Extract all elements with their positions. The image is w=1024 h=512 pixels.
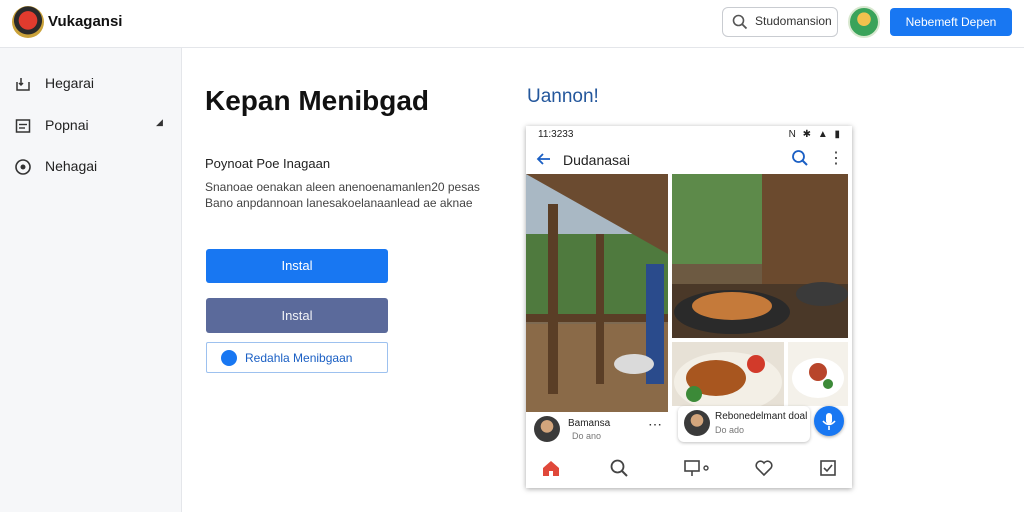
phone-status-bar: 11:3233 N ✱ ▲ ▮ — [526, 126, 852, 144]
photo-side-dish[interactable] — [788, 342, 848, 406]
microphone-icon — [822, 413, 836, 430]
avatar — [534, 416, 560, 442]
sidebar-item-label: Popnai — [45, 117, 89, 133]
home-icon[interactable] — [541, 458, 561, 478]
post-meta: Do ado — [715, 425, 745, 435]
photo-porch[interactable] — [526, 174, 668, 412]
phone-app-header: Dudanasai ⋮ — [526, 144, 852, 174]
description-text: Snanoae oenakan aleen anenoenamanlen20 p… — [205, 180, 480, 210]
sidebar-item-nehagai[interactable]: Nehagai — [0, 146, 182, 186]
food-porch-image — [672, 174, 848, 338]
phone-app-title: Dudanasai — [563, 152, 630, 168]
search-input[interactable] — [755, 14, 835, 28]
app-logo[interactable] — [12, 6, 44, 38]
more-vertical-icon[interactable]: ⋮ — [828, 148, 844, 168]
header-cta-button[interactable]: Nebemeft Depen — [890, 8, 1012, 36]
document-icon — [15, 119, 31, 133]
compass-icon — [15, 159, 31, 175]
post-author: Bamansa — [568, 418, 611, 429]
chicken-dish-image — [674, 352, 782, 406]
sidebar-item-popnai[interactable]: Popnai ◢ — [0, 105, 182, 145]
phone-mockup: 11:3233 N ✱ ▲ ▮ Dudanasai ⋮ Bamansa Do a… — [526, 126, 852, 488]
page-title: Kepan Menibgad — [205, 85, 430, 116]
avatar — [684, 410, 710, 436]
sidebar-item-label: Nehagai — [45, 158, 98, 174]
install-secondary-button[interactable]: Instal — [206, 298, 388, 333]
search-box[interactable] — [722, 7, 838, 37]
microphone-button[interactable] — [814, 406, 844, 436]
photo-chicken-dish[interactable] — [672, 342, 784, 406]
heart-icon[interactable] — [754, 458, 774, 478]
app-title: Vukagansi — [48, 13, 123, 30]
porch-image — [526, 174, 668, 412]
search-icon[interactable] — [791, 149, 809, 167]
status-time: 11:3233 — [538, 129, 574, 140]
phone-bottom-nav — [526, 446, 852, 488]
share-icon — [221, 350, 237, 366]
post-meta: Do ano — [572, 431, 602, 441]
outline-button-label: Redahla Menibgaan — [245, 351, 353, 365]
caret-icon: ◢ — [156, 117, 163, 127]
photo-food-porch[interactable] — [672, 174, 848, 338]
post-card-right[interactable]: Rebonedelmant doal Do ado — [678, 406, 810, 442]
user-avatar[interactable] — [848, 6, 880, 38]
search-icon[interactable] — [609, 458, 629, 478]
chat-icon[interactable] — [683, 458, 711, 478]
side-dish-image — [792, 358, 844, 398]
top-bar: Vukagansi Nebemeft Depen — [0, 0, 1024, 48]
post-author: Rebonedelmant doal — [715, 411, 808, 422]
more-horizontal-icon[interactable]: ⋯ — [648, 416, 662, 433]
outline-action-button[interactable]: Redahla Menibgaan — [206, 342, 388, 373]
post-card-left[interactable]: Bamansa Do ano ⋯ — [528, 412, 668, 446]
sidebar: Hegarai Popnai ◢ Nehagai — [0, 48, 182, 512]
search-icon — [732, 14, 748, 30]
section-subheading: Poynoat Poe Inagaan — [205, 156, 331, 171]
sidebar-item-label: Hegarai — [45, 75, 95, 91]
status-icons: N ✱ ▲ ▮ — [788, 129, 842, 140]
install-primary-button[interactable]: Instal — [206, 249, 388, 283]
download-icon — [16, 78, 30, 91]
preview-title: Uannon! — [527, 86, 599, 107]
sidebar-item-hegarai[interactable]: Hegarai — [0, 63, 182, 103]
checkbox-icon[interactable] — [818, 458, 838, 478]
back-arrow-icon[interactable] — [535, 150, 553, 168]
